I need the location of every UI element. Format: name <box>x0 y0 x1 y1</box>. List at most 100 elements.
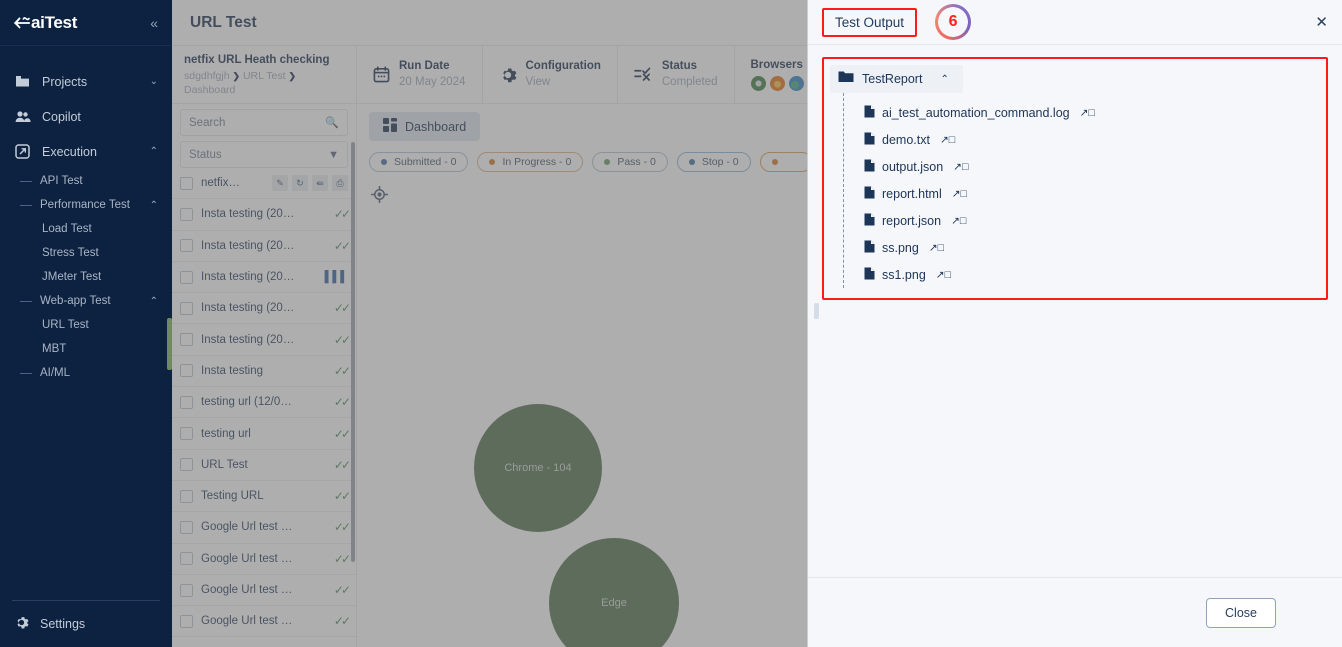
list-item[interactable]: report.html ↗□ <box>844 180 1318 207</box>
sidebar-item-performance-test[interactable]: Performance Test ⌃ <box>0 193 172 217</box>
bubble-chrome[interactable]: Chrome - 104 <box>474 404 602 532</box>
external-link-icon[interactable]: ↗□ <box>1080 107 1095 119</box>
table-row[interactable]: Insta testing (20… ▌▌▌ <box>172 262 356 294</box>
chip-stop[interactable]: Stop - 0 <box>676 152 751 172</box>
row-checkbox[interactable] <box>180 207 193 221</box>
list-scrollbar[interactable] <box>351 142 355 562</box>
breadcrumb-part-3[interactable]: Dashboard <box>184 84 235 96</box>
table-row[interactable]: Google Url test … ✓✓ <box>172 544 356 575</box>
row-checkbox[interactable] <box>180 427 193 441</box>
list-item[interactable]: ss.png ↗□ <box>844 234 1318 261</box>
refresh-icon[interactable]: ↻ <box>292 175 308 192</box>
sidebar-subitem-label: JMeter Test <box>42 271 102 283</box>
sidebar-item-execution[interactable]: Execution ⌃ <box>0 134 172 169</box>
app-root: ⭉ aiTest « Projects ⌄ Copilot Execution … <box>0 0 1342 647</box>
row-checkbox[interactable] <box>180 301 193 315</box>
table-row[interactable]: URL Test ✓✓ <box>172 450 356 481</box>
chevron-down-icon: ⌄ <box>149 75 158 87</box>
edit-icon[interactable]: ✎ <box>272 175 288 192</box>
external-link-icon[interactable]: ↗□ <box>940 134 955 146</box>
table-row[interactable]: netfix… ✎ ↻ ⇚ ⎙ <box>172 168 356 200</box>
external-link-icon[interactable]: ↗□ <box>953 161 968 173</box>
external-link-icon[interactable]: ↗□ <box>951 215 966 227</box>
table-row[interactable]: Google Url test … ✓✓ <box>172 512 356 544</box>
table-row[interactable]: Google Url test … ✓✓ <box>172 606 356 638</box>
sidebar-item-webapp-test[interactable]: Web-app Test ⌃ <box>0 289 172 313</box>
sidebar-item-jmeter-test[interactable]: JMeter Test <box>0 265 172 289</box>
sidebar-item-ai-ml[interactable]: AI/ML <box>0 361 172 385</box>
table-row[interactable]: Insta testing (20… ✓✓ <box>172 293 356 325</box>
file-icon <box>864 267 875 283</box>
chip-in-progress[interactable]: In Progress - 0 <box>477 152 584 172</box>
close-icon[interactable]: ✕ <box>1315 13 1328 31</box>
row-checkbox[interactable] <box>180 333 193 347</box>
panel-scroll-indicator[interactable] <box>814 303 819 319</box>
external-link-icon[interactable]: ↗□ <box>929 242 944 254</box>
chip-fail-partial[interactable] <box>759 152 812 172</box>
row-checkbox[interactable] <box>180 364 193 378</box>
list-item[interactable]: report.json ↗□ <box>844 207 1318 234</box>
status-filter-select[interactable]: Status ▼ <box>180 141 348 168</box>
sidebar-item-url-test[interactable]: URL Test <box>0 313 172 337</box>
double-check-icon: ✓✓ <box>333 551 351 566</box>
panel-body: TestReport ⌃ ai_test_automation_command.… <box>808 45 1342 577</box>
table-row[interactable]: Google Url test … ✓✓ <box>172 575 356 607</box>
row-checkbox[interactable] <box>180 239 193 253</box>
row-checkbox[interactable] <box>180 520 193 534</box>
row-checkbox[interactable] <box>180 176 193 190</box>
chevron-up-icon[interactable]: ⌃ <box>940 74 948 85</box>
table-row[interactable]: Insta testing (20… ✓✓ <box>172 324 356 356</box>
tab-dashboard[interactable]: Dashboard <box>369 112 481 141</box>
info-value[interactable]: View <box>526 75 601 91</box>
row-label: netfix… <box>201 177 240 190</box>
sidebar-item-api-test[interactable]: API Test <box>0 169 172 193</box>
external-link-icon[interactable]: ↗□ <box>952 188 967 200</box>
file-icon <box>864 186 875 202</box>
row-checkbox[interactable] <box>180 458 193 472</box>
breadcrumb-part-1[interactable]: sdgdhfgjh <box>184 70 230 82</box>
file-icon <box>864 105 875 121</box>
row-checkbox[interactable] <box>180 395 193 409</box>
share-icon[interactable]: ⇚ <box>312 175 328 192</box>
sidebar-item-settings[interactable]: Settings <box>12 600 160 647</box>
table-row[interactable]: Testing URL ✓✓ <box>172 481 356 513</box>
table-row[interactable]: Insta testing ✓✓ <box>172 356 356 388</box>
list-item[interactable]: ss1.png ↗□ <box>844 261 1318 288</box>
external-link-icon <box>14 143 31 160</box>
bubble-label: Edge <box>601 597 627 609</box>
info-value: 20 May 2024 <box>399 75 466 88</box>
row-checkbox[interactable] <box>180 614 193 628</box>
table-row[interactable]: testing url (12/0… ✓✓ <box>172 387 356 419</box>
close-button[interactable]: Close <box>1206 597 1276 628</box>
row-checkbox[interactable] <box>180 552 193 566</box>
list-item[interactable]: ai_test_automation_command.log ↗□ <box>844 99 1318 126</box>
sidebar-collapse-icon[interactable]: « <box>150 15 158 31</box>
info-card-configuration[interactable]: Configuration View <box>483 46 618 103</box>
bubble-edge[interactable]: Edge <box>549 538 679 647</box>
table-row[interactable]: Insta testing (20… ✓✓ <box>172 199 356 231</box>
external-link-icon[interactable]: ↗□ <box>936 269 951 281</box>
sidebar-item-mbt[interactable]: MBT <box>0 337 172 361</box>
double-check-icon: ✓✓ <box>333 426 351 441</box>
row-checkbox[interactable] <box>180 583 193 597</box>
file-name: ss.png <box>882 240 919 255</box>
search-input[interactable]: Search 🔍 <box>180 109 348 136</box>
copy-icon[interactable]: ⎙ <box>332 175 348 192</box>
sidebar-item-load-test[interactable]: Load Test <box>0 217 172 241</box>
breadcrumb-part-2[interactable]: URL Test <box>243 70 286 82</box>
folder-row-testreport[interactable]: TestReport ⌃ <box>830 65 963 93</box>
chip-submitted[interactable]: Submitted - 0 <box>369 152 469 172</box>
table-row[interactable]: testing url ✓✓ <box>172 418 356 450</box>
chip-label: Pass - 0 <box>617 156 656 168</box>
list-item[interactable]: output.json ↗□ <box>844 153 1318 180</box>
search-placeholder: Search <box>189 116 226 129</box>
chip-pass[interactable]: Pass - 0 <box>592 152 668 172</box>
row-checkbox[interactable] <box>180 270 193 284</box>
sidebar-subitem-label: URL Test <box>42 319 89 331</box>
table-row[interactable]: Insta testing (20… ✓✓ <box>172 231 356 262</box>
sidebar-item-copilot[interactable]: Copilot <box>0 99 172 134</box>
sidebar-item-stress-test[interactable]: Stress Test <box>0 241 172 265</box>
row-checkbox[interactable] <box>180 489 193 503</box>
list-item[interactable]: demo.txt ↗□ <box>844 126 1318 153</box>
sidebar-item-projects[interactable]: Projects ⌄ <box>0 64 172 99</box>
